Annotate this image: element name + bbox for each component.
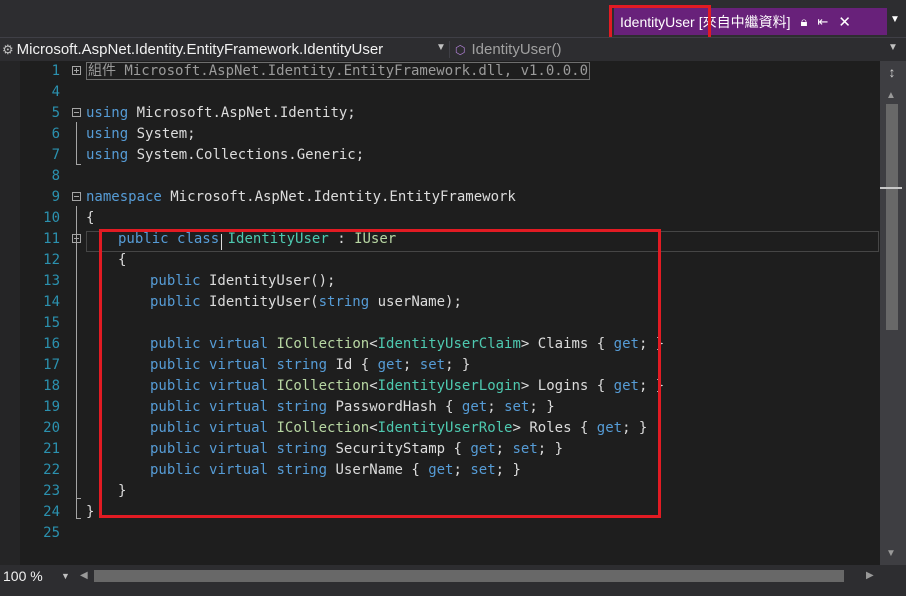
class-icon: ⚙: [2, 41, 14, 57]
line-number: 16: [43, 336, 60, 352]
line-number: 15: [43, 315, 60, 331]
line-number: 10: [43, 210, 60, 226]
collapsed-region[interactable]: 組件 Microsoft.AspNet.Identity.EntityFrame…: [86, 62, 591, 80]
code-text: Microsoft.AspNet.Identity.EntityFramewor…: [161, 189, 516, 205]
line-number: 24: [43, 504, 60, 520]
scroll-down-icon[interactable]: ▼: [886, 548, 896, 559]
lock-icon[interactable]: 🔒︎: [800, 14, 807, 30]
keyword: using: [86, 126, 129, 142]
code-line: 10 {: [0, 208, 880, 229]
expand-icon[interactable]: [72, 66, 81, 75]
code-line: 8: [0, 166, 880, 187]
tab-list-dropdown-icon[interactable]: ▼: [890, 14, 900, 25]
keyword: using: [86, 105, 129, 121]
horizontal-scrollbar-thumb[interactable]: [94, 570, 844, 582]
member-dropdown-label: IdentityUser(): [471, 41, 562, 58]
line-number: 8: [51, 168, 60, 184]
line-number: 25: [43, 525, 60, 541]
code-line: 6 using System;: [0, 124, 880, 145]
line-number: 23: [43, 483, 60, 499]
code-line: 25: [0, 523, 880, 544]
code-editor[interactable]: 1 組件 Microsoft.AspNet.Identity.EntityFra…: [0, 61, 880, 565]
code-line: 5 using Microsoft.AspNet.Identity;: [0, 103, 880, 124]
split-window-icon[interactable]: ↕: [884, 64, 900, 80]
code-line: 7 using System.Collections.Generic;: [0, 145, 880, 166]
code-text: {: [86, 210, 95, 226]
line-number: 20: [43, 420, 60, 436]
line-number: 9: [51, 189, 60, 205]
navigation-bar: ⚙ Microsoft.AspNet.Identity.EntityFramew…: [0, 37, 906, 61]
zoom-level[interactable]: 100 %: [3, 568, 43, 584]
close-icon[interactable]: ✕: [838, 13, 851, 31]
line-number: 11: [43, 231, 60, 247]
scroll-left-icon[interactable]: ◀: [80, 570, 88, 581]
highlight-box-class: [99, 229, 661, 518]
line-number: 7: [51, 147, 60, 163]
line-number: 18: [43, 378, 60, 394]
keyword: using: [86, 147, 129, 163]
line-number: 21: [43, 441, 60, 457]
chevron-down-icon[interactable]: ▼: [61, 571, 70, 581]
line-number: 12: [43, 252, 60, 268]
code-text: Microsoft.AspNet.Identity;: [128, 105, 356, 121]
line-number: 13: [43, 273, 60, 289]
code-text: System.Collections.Generic;: [128, 147, 365, 163]
line-number: 19: [43, 399, 60, 415]
code-text: System;: [128, 126, 196, 142]
line-number: 1: [51, 63, 60, 79]
pin-icon[interactable]: ⇤: [817, 14, 828, 30]
method-icon: ⬡: [455, 42, 466, 57]
code-line: 1 組件 Microsoft.AspNet.Identity.EntityFra…: [0, 61, 880, 82]
chevron-down-icon[interactable]: ▼: [888, 42, 898, 53]
member-dropdown[interactable]: ⬡ IdentityUser(): [455, 38, 562, 61]
scrollbar-thumb[interactable]: [886, 104, 898, 330]
code-line: 4: [0, 82, 880, 103]
divider: [449, 41, 450, 58]
line-number: 6: [51, 126, 60, 142]
chevron-down-icon[interactable]: ▼: [436, 42, 446, 53]
keyword: namespace: [86, 189, 162, 205]
line-number: 4: [51, 84, 60, 100]
code-text: }: [86, 504, 95, 520]
line-number: 14: [43, 294, 60, 310]
scroll-right-icon[interactable]: ▶: [866, 570, 874, 581]
line-number: 22: [43, 462, 60, 478]
type-dropdown[interactable]: ⚙ Microsoft.AspNet.Identity.EntityFramew…: [2, 38, 383, 61]
tab-subtitle: [來自中繼資料]: [698, 13, 791, 30]
code-line: 9 namespace Microsoft.AspNet.Identity.En…: [0, 187, 880, 208]
type-dropdown-label: Microsoft.AspNet.Identity.EntityFramewor…: [16, 41, 384, 58]
line-number: 17: [43, 357, 60, 373]
line-number: 5: [51, 105, 60, 121]
caret-position-marker: [880, 187, 902, 189]
collapse-icon[interactable]: [72, 108, 81, 117]
scroll-up-icon[interactable]: ▲: [886, 90, 896, 101]
collapse-icon[interactable]: [72, 234, 81, 243]
collapse-icon[interactable]: [72, 192, 81, 201]
